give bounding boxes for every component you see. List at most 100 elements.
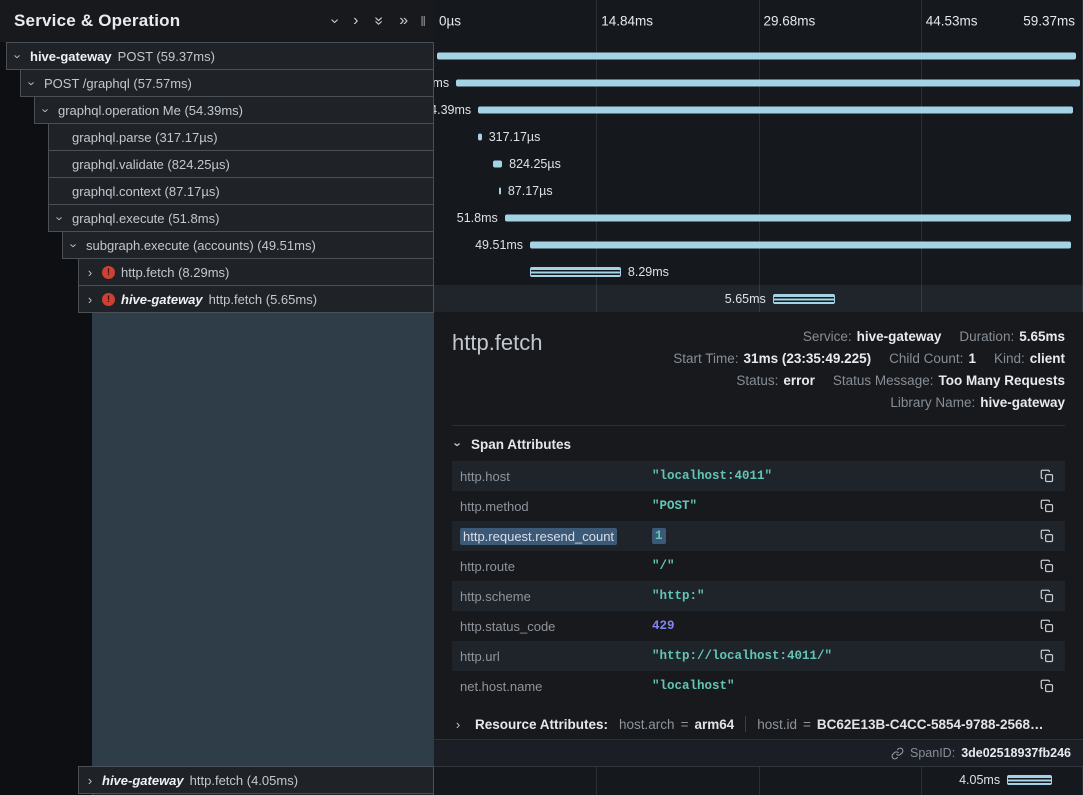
span-tree-row[interactable]: › graphql.execute (51.8ms) — [48, 204, 434, 232]
attribute-key: http.request.resend_count — [460, 528, 617, 545]
timeline-row[interactable]: 49.51ms — [434, 231, 1083, 258]
span-duration-bar[interactable] — [499, 187, 501, 194]
span-tree-row[interactable]: › hive-gateway http.fetch (4.05ms) — [78, 766, 434, 794]
span-name-label: http.fetch (4.05ms) — [190, 773, 298, 788]
attribute-value: "localhost" — [652, 679, 735, 693]
timeline-row[interactable]: 54.39ms — [434, 96, 1083, 123]
copy-icon[interactable] — [1040, 529, 1065, 544]
span-attributes-table: http.host "localhost:4011" http.method "… — [452, 461, 1065, 701]
span-name-label: http.fetch (5.65ms) — [209, 292, 317, 307]
span-tree-row[interactable]: › ! http.fetch (8.29ms) — [78, 258, 434, 286]
attribute-row[interactable]: http.url "http://localhost:4011/" — [452, 641, 1065, 671]
span-tree-row[interactable]: › ! hive-gateway http.fetch (5.65ms) — [78, 285, 434, 313]
link-icon[interactable] — [891, 747, 904, 760]
double-chevron-right-icon[interactable]: » — [399, 13, 408, 29]
span-duration-bar[interactable] — [478, 106, 1072, 113]
chevron-down-icon[interactable]: › — [12, 50, 25, 62]
timeline-row[interactable]: 87.17µs — [434, 177, 1083, 204]
timeline-row[interactable]: 4.05ms — [434, 766, 1083, 793]
panel-resize-handle[interactable]: ‖ — [420, 14, 426, 28]
attribute-value: "http:" — [652, 589, 705, 603]
attribute-row[interactable]: net.host.name "localhost" — [452, 671, 1065, 701]
chevron-down-icon[interactable]: › — [40, 104, 53, 116]
chevron-right-icon[interactable]: › — [84, 774, 96, 787]
attribute-key: http.host — [460, 469, 510, 484]
attribute-row[interactable]: http.scheme "http:" — [452, 581, 1065, 611]
copy-icon[interactable] — [1040, 499, 1065, 514]
span-duration-bar[interactable] — [456, 79, 1080, 86]
timeline-rows: 57.57ms 54.39ms 317.17µs 824.25µs 87.17µ… — [434, 42, 1083, 312]
chevron-right-icon: › — [452, 718, 464, 731]
span-attributes-toggle[interactable]: › Span Attributes — [452, 426, 1065, 461]
span-duration-bar[interactable] — [1007, 775, 1052, 785]
span-tree-panel: Service & Operation › › » » ‖ › hive-gat… — [0, 0, 434, 795]
tree-header: Service & Operation › › » » ‖ — [0, 0, 434, 42]
bar-duration-label: 4.05ms — [959, 773, 1000, 787]
span-tree-row[interactable]: › graphql.operation Me (54.39ms) — [34, 96, 434, 124]
attribute-row[interactable]: http.status_code 429 — [452, 611, 1065, 641]
span-tree-row[interactable]: › subgraph.execute (accounts) (49.51ms) — [62, 231, 434, 259]
copy-icon[interactable] — [1040, 619, 1065, 634]
timeline-row[interactable]: 57.57ms — [434, 69, 1083, 96]
copy-icon[interactable] — [1040, 649, 1065, 664]
attribute-value: "http://localhost:4011/" — [652, 649, 832, 663]
copy-icon[interactable] — [1040, 559, 1065, 574]
span-duration-bar[interactable] — [437, 52, 1076, 59]
span-duration-bar[interactable] — [505, 214, 1072, 221]
span-duration-bar[interactable] — [478, 133, 482, 140]
timeline-row[interactable]: 824.25µs — [434, 150, 1083, 177]
span-tree-row[interactable]: › hive-gateway POST (59.37ms) — [6, 42, 434, 70]
span-service-name: hive-gateway — [121, 292, 203, 307]
chevron-down-icon[interactable]: › — [326, 18, 342, 23]
duration-label: Duration: — [959, 326, 1014, 348]
duration-value: 5.65ms — [1019, 326, 1065, 348]
chevron-down-icon[interactable]: › — [68, 239, 81, 251]
span-tree-row[interactable]: graphql.parse (317.17µs) — [48, 123, 434, 151]
status-message-value: Too Many Requests — [938, 370, 1065, 392]
span-duration-bar[interactable] — [773, 294, 835, 304]
attribute-key: http.method — [460, 499, 529, 514]
double-chevron-down-icon[interactable]: » — [371, 17, 387, 26]
resource-attributes-title: Resource Attributes: — [475, 717, 608, 732]
time-tick-label: 14.84ms — [601, 14, 653, 29]
equals-sign: = — [681, 717, 689, 732]
copy-icon[interactable] — [1040, 469, 1065, 484]
chevron-down-icon[interactable]: › — [54, 212, 67, 224]
chevron-right-icon[interactable]: › — [84, 266, 96, 279]
copy-icon[interactable] — [1040, 589, 1065, 604]
library-name-value: hive-gateway — [980, 392, 1065, 414]
detail-span-title: http.fetch — [452, 330, 543, 356]
attribute-row[interactable]: http.host "localhost:4011" — [452, 461, 1065, 491]
resource-value: arm64 — [694, 717, 734, 732]
timeline-row[interactable]: 317.17µs — [434, 123, 1083, 150]
resource-attributes-toggle[interactable]: › Resource Attributes: host.arch = arm64… — [452, 709, 1065, 739]
attribute-row[interactable]: http.method "POST" — [452, 491, 1065, 521]
span-tree-row[interactable]: graphql.context (87.17µs) — [48, 177, 434, 205]
equals-sign: = — [803, 717, 811, 732]
attribute-row[interactable]: http.route "/" — [452, 551, 1065, 581]
resource-attribute: host.id = BC62E13B-C4CC-5854-9788-2568… — [757, 717, 1043, 732]
chevron-down-icon[interactable]: › — [26, 77, 39, 89]
span-duration-bar[interactable] — [530, 241, 1071, 248]
attribute-value: 1 — [652, 528, 666, 544]
timeline-row[interactable]: 5.65ms — [434, 285, 1083, 312]
attribute-value: "localhost:4011" — [652, 469, 772, 483]
timeline-row[interactable]: 8.29ms — [434, 258, 1083, 285]
attribute-row[interactable]: http.request.resend_count 1 — [452, 521, 1065, 551]
bar-duration-label: 824.25µs — [509, 157, 561, 171]
span-tree-row[interactable]: graphql.validate (824.25µs) — [48, 150, 434, 178]
span-duration-bar[interactable] — [493, 160, 502, 167]
status-value: error — [783, 370, 815, 392]
span-tree-row[interactable]: › POST /graphql (57.57ms) — [20, 69, 434, 97]
attribute-key: http.url — [460, 649, 500, 664]
timeline-row[interactable]: 51.8ms — [434, 204, 1083, 231]
chevron-right-icon[interactable]: › — [84, 293, 96, 306]
detail-meta: Service:hive-gateway Duration:5.65ms Sta… — [452, 326, 1065, 414]
timeline-row[interactable] — [434, 42, 1083, 69]
span-duration-bar[interactable] — [530, 267, 621, 277]
bar-duration-label: 49.51ms — [475, 238, 523, 252]
attribute-value: "/" — [652, 559, 675, 573]
chevron-right-icon[interactable]: › — [353, 13, 358, 29]
bar-duration-label: 54.39ms — [434, 103, 471, 117]
copy-icon[interactable] — [1040, 679, 1065, 694]
